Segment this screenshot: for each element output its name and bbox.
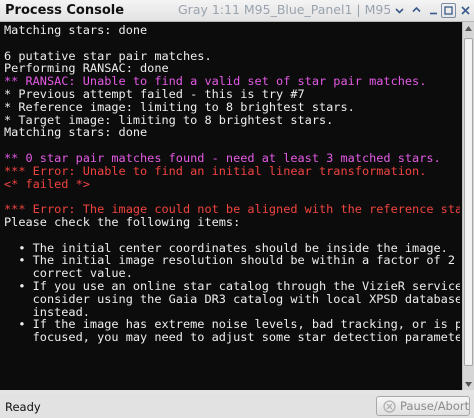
chevron-down-icon xyxy=(395,8,404,14)
console-line: consider using the Gaia DR3 catalog with… xyxy=(4,291,460,306)
console-output-area[interactable]: Matching stars: done 6 putative star pair… xyxy=(0,22,474,390)
vertical-scrollbar[interactable] xyxy=(462,22,474,390)
maximize-button[interactable] xyxy=(441,3,456,18)
pin-button[interactable] xyxy=(408,2,425,19)
scrollbar-thumb[interactable] xyxy=(464,38,473,366)
scroll-up-icon xyxy=(465,25,472,31)
window-title: Process Console xyxy=(5,3,125,18)
scroll-down-icon xyxy=(465,381,472,387)
scroll-up-button[interactable] xyxy=(463,22,474,34)
minimize-icon xyxy=(430,12,437,15)
console-line: *** Error: Unable to find an initial lin… xyxy=(4,163,427,178)
maximize-icon xyxy=(444,6,453,15)
close-button[interactable] xyxy=(457,2,474,19)
status-bar: Ready Pause/Abort xyxy=(0,394,474,418)
console-line: ** 0 star pair matches found - need at l… xyxy=(4,150,441,165)
console-line: * Previous attempt failed - this is try … xyxy=(4,86,305,101)
console-line: * Reference image: limiting to 8 brighte… xyxy=(4,99,355,114)
console-line: Matching stars: done xyxy=(4,125,148,140)
pause-abort-button[interactable]: Pause/Abort xyxy=(376,396,470,416)
console-line: focused, you may need to adjust some sta… xyxy=(4,330,460,345)
console-text: Matching stars: done 6 putative star pair… xyxy=(4,24,460,388)
console-line: • If you use an online star catalog thro… xyxy=(4,278,460,293)
console-line: Matching stars: done xyxy=(4,24,148,37)
scroll-down-button[interactable] xyxy=(463,378,474,390)
console-line: <* failed *> xyxy=(4,176,90,191)
status-text: Ready xyxy=(5,400,41,414)
title-bar[interactable]: Process Console Gray 1:11 M95_Blue_Panel… xyxy=(0,0,474,22)
background-window-title: Gray 1:11 M95_Blue_Panel1 | M95-Blue- xyxy=(178,2,390,17)
shade-button[interactable] xyxy=(391,2,408,19)
console-line: Please check the following items: xyxy=(4,214,241,229)
abort-icon xyxy=(383,399,396,413)
pin-icon xyxy=(412,6,421,13)
minimize-button[interactable] xyxy=(425,2,442,19)
process-console-window: Process Console Gray 1:11 M95_Blue_Panel… xyxy=(0,0,474,418)
close-icon xyxy=(461,6,470,15)
pause-abort-label: Pause/Abort xyxy=(400,399,470,413)
